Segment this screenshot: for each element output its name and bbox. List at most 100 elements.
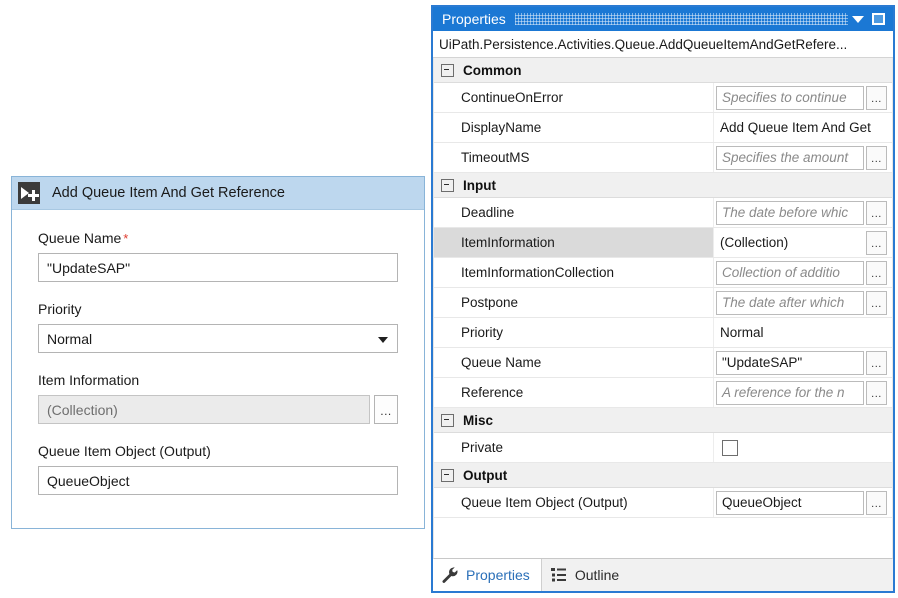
property-ellipsis-button[interactable]: ... — [866, 261, 887, 285]
titlebar-drag-grip[interactable] — [515, 13, 848, 25]
property-name: Queue Name — [434, 348, 714, 377]
activity-card-title: Add Queue Item And Get Reference — [52, 185, 285, 201]
activity-card-header[interactable]: Add Queue Item And Get Reference — [12, 177, 424, 210]
property-value-cell[interactable]: The date after which... — [714, 288, 892, 317]
property-row[interactable]: ContinueOnErrorSpecifies to continue... — [434, 83, 892, 113]
property-row[interactable]: DeadlineThe date before whic... — [434, 198, 892, 228]
property-ellipsis-button[interactable]: ... — [866, 351, 887, 375]
category-header-common[interactable]: Common — [434, 58, 892, 83]
queue-name-input[interactable]: "UpdateSAP" — [38, 253, 398, 282]
property-value-text[interactable]: Add Queue Item And Get — [714, 120, 890, 135]
panel-menu-button[interactable] — [848, 9, 868, 29]
outline-list-icon — [550, 566, 568, 584]
category-header-output[interactable]: Output — [434, 463, 892, 488]
properties-tab-bar[interactable]: Properties Outline — [433, 559, 893, 591]
property-row[interactable]: PriorityNormal — [434, 318, 892, 348]
activity-card[interactable]: Add Queue Item And Get Reference Queue N… — [11, 176, 425, 529]
property-value-placeholder[interactable]: A reference for the n — [716, 381, 864, 405]
property-name: Reference — [434, 378, 714, 407]
property-row[interactable]: ItemInformation(Collection)... — [434, 228, 892, 258]
field-label-queue-name: Queue Name* — [38, 230, 398, 246]
field-label-item-information: Item Information — [38, 372, 398, 388]
collapse-toggle-icon[interactable] — [441, 469, 454, 482]
tab-properties[interactable]: Properties — [433, 559, 542, 591]
property-row[interactable]: PostponeThe date after which... — [434, 288, 892, 318]
chevron-down-icon[interactable] — [378, 337, 388, 343]
property-name: ContinueOnError — [434, 83, 714, 112]
property-value-cell[interactable]: Specifies the amount... — [714, 143, 892, 172]
property-value-placeholder[interactable]: Specifies the amount — [716, 146, 864, 170]
priority-combobox[interactable]: Normal — [38, 324, 398, 353]
property-value-cell[interactable]: A reference for the n... — [714, 378, 892, 407]
wrench-icon — [441, 566, 459, 584]
tab-outline[interactable]: Outline — [542, 559, 630, 591]
property-value-cell[interactable]: "UpdateSAP"... — [714, 348, 892, 377]
property-row[interactable]: TimeoutMSSpecifies the amount... — [434, 143, 892, 173]
private-checkbox[interactable] — [722, 440, 738, 456]
properties-grid[interactable]: Common ContinueOnErrorSpecifies to contin… — [433, 58, 893, 559]
category-header-input[interactable]: Input — [434, 173, 892, 198]
item-information-ellipsis-button[interactable]: ... — [374, 395, 398, 424]
tab-label: Properties — [466, 567, 530, 583]
property-name: ItemInformation — [434, 228, 714, 257]
property-value-cell[interactable]: The date before whic... — [714, 198, 892, 227]
field-queue-name: Queue Name* "UpdateSAP" — [38, 230, 398, 282]
property-ellipsis-button[interactable]: ... — [866, 291, 887, 315]
tab-label: Outline — [575, 567, 619, 583]
window-restore-icon[interactable] — [872, 13, 885, 25]
property-ellipsis-button[interactable]: ... — [866, 201, 887, 225]
property-row[interactable]: Private — [434, 433, 892, 463]
property-value-cell[interactable] — [714, 433, 892, 462]
property-ellipsis-button[interactable]: ... — [866, 146, 887, 170]
property-value-placeholder[interactable]: Collection of additio — [716, 261, 864, 285]
property-value-text[interactable]: (Collection) — [714, 235, 866, 250]
property-ellipsis-button[interactable]: ... — [866, 381, 887, 405]
property-value-placeholder[interactable]: Specifies to continue — [716, 86, 864, 110]
property-name: ItemInformationCollection — [434, 258, 714, 287]
property-value-input[interactable]: "UpdateSAP" — [716, 351, 864, 375]
category-name: Common — [463, 63, 522, 78]
priority-combobox-value[interactable]: Normal — [38, 324, 398, 353]
required-asterisk: * — [123, 231, 128, 246]
add-queue-item-icon — [18, 182, 40, 204]
properties-object-name: UiPath.Persistence.Activities.Queue.AddQ… — [433, 31, 893, 58]
panel-window-button[interactable] — [868, 9, 888, 29]
property-ellipsis-button[interactable]: ... — [866, 491, 887, 515]
property-name: Deadline — [434, 198, 714, 227]
activity-card-body: Queue Name* "UpdateSAP" Priority Normal … — [12, 210, 424, 495]
property-row[interactable]: ItemInformationCollectionCollection of a… — [434, 258, 892, 288]
category-header-misc[interactable]: Misc — [434, 408, 892, 433]
properties-panel-title: Properties — [442, 11, 506, 27]
property-row[interactable]: Queue Item Object (Output)QueueObject... — [434, 488, 892, 518]
property-value-cell[interactable]: Normal — [714, 318, 892, 347]
property-value-cell[interactable]: Collection of additio... — [714, 258, 892, 287]
property-name: TimeoutMS — [434, 143, 714, 172]
property-value-placeholder[interactable]: The date after which — [716, 291, 864, 315]
property-value-cell[interactable]: Add Queue Item And Get — [714, 113, 892, 142]
chevron-down-icon[interactable] — [852, 16, 864, 23]
property-value-cell[interactable]: QueueObject... — [714, 488, 892, 517]
property-name: Queue Item Object (Output) — [434, 488, 714, 517]
property-ellipsis-button[interactable]: ... — [866, 86, 887, 110]
item-information-input[interactable]: (Collection) — [38, 395, 370, 424]
collapse-toggle-icon[interactable] — [441, 64, 454, 77]
field-queue-item-object: Queue Item Object (Output) QueueObject — [38, 443, 398, 495]
collapse-toggle-icon[interactable] — [441, 414, 454, 427]
property-row[interactable]: DisplayNameAdd Queue Item And Get — [434, 113, 892, 143]
properties-titlebar[interactable]: Properties — [433, 7, 893, 31]
property-value-cell[interactable]: (Collection)... — [714, 228, 892, 257]
property-value-placeholder[interactable]: The date before whic — [716, 201, 864, 225]
property-name: DisplayName — [434, 113, 714, 142]
property-row[interactable]: Queue Name"UpdateSAP"... — [434, 348, 892, 378]
property-value-cell[interactable]: Specifies to continue... — [714, 83, 892, 112]
property-name: Postpone — [434, 288, 714, 317]
field-label-queue-item-object: Queue Item Object (Output) — [38, 443, 398, 459]
property-value-text[interactable]: Normal — [714, 325, 890, 340]
collapse-toggle-icon[interactable] — [441, 179, 454, 192]
field-priority: Priority Normal — [38, 301, 398, 353]
property-row[interactable]: ReferenceA reference for the n... — [434, 378, 892, 408]
queue-item-object-input[interactable]: QueueObject — [38, 466, 398, 495]
property-value-input[interactable]: QueueObject — [716, 491, 864, 515]
property-ellipsis-button[interactable]: ... — [866, 231, 887, 255]
category-name: Misc — [463, 413, 493, 428]
